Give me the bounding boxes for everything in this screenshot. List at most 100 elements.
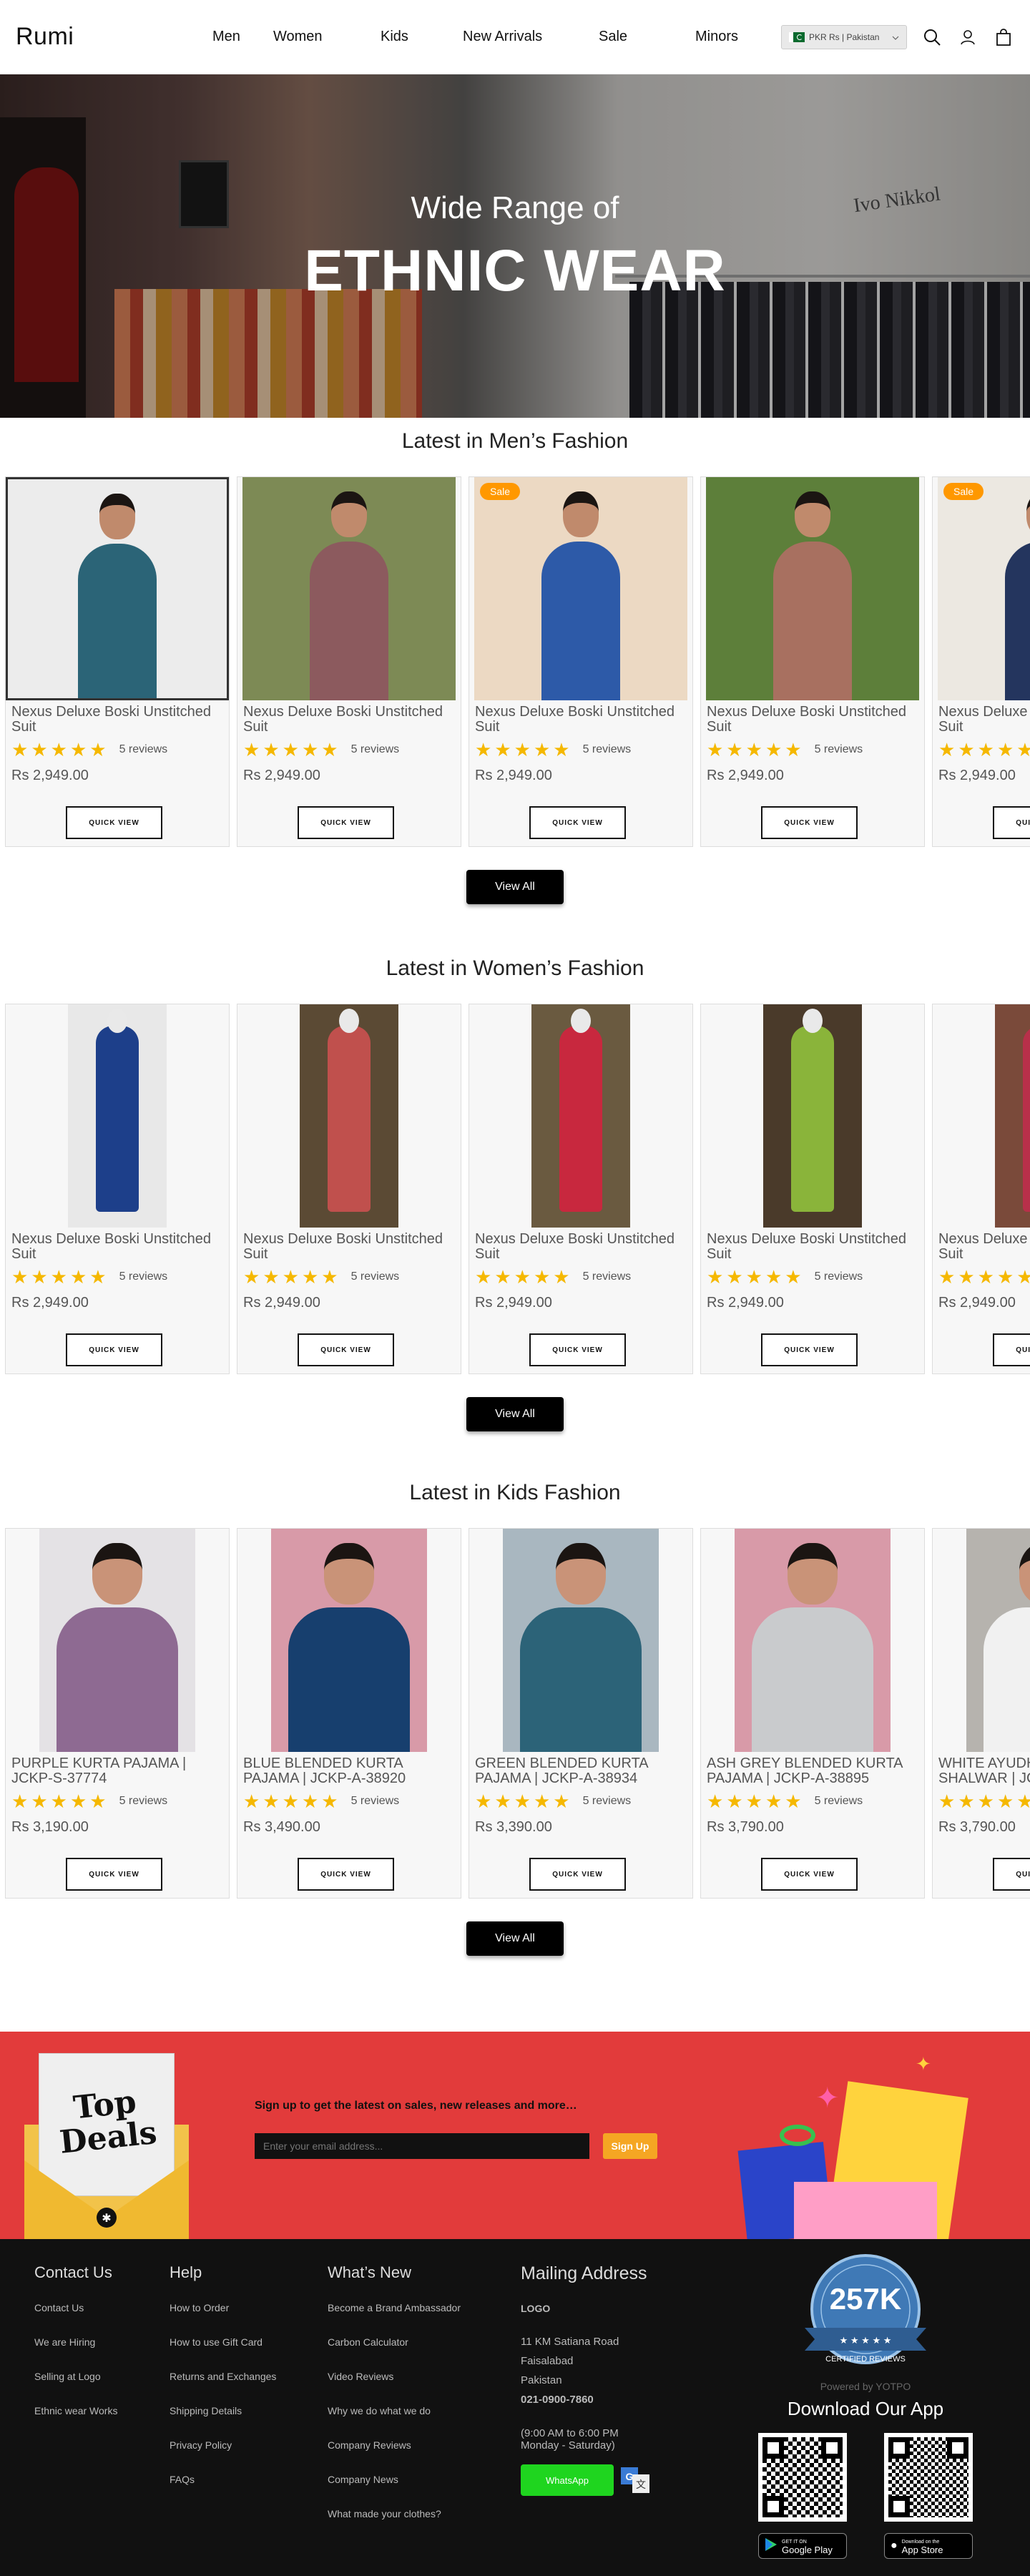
review-count[interactable]: 5 reviews — [815, 1270, 863, 1283]
phone-number[interactable]: 021-0900-7860 — [521, 2394, 651, 2406]
product-card[interactable]: Sale Nexus Deluxe Boski Unstitched Suit … — [932, 476, 1030, 847]
footer-link[interactable]: Become a Brand Ambassador — [328, 2302, 461, 2313]
footer-link[interactable]: Carbon Calculator — [328, 2336, 461, 2348]
view-all-button[interactable]: View All — [466, 1921, 564, 1956]
product-image[interactable] — [242, 477, 456, 700]
product-card[interactable]: BLUE BLENDED KURTA PAJAMA | JCKP-A-38920… — [237, 1528, 461, 1899]
product-card[interactable]: Sale Nexus Deluxe Boski Unstitched Suit … — [469, 476, 693, 847]
product-carousel[interactable]: PURPLE KURTA PAJAMA | JCKP-S-37774 ★ ★ ★… — [0, 1528, 1030, 1899]
product-name[interactable]: PURPLE KURTA PAJAMA | JCKP-S-37774 — [6, 1752, 229, 1788]
footer-link[interactable]: How to use Gift Card — [170, 2336, 276, 2348]
yotpo-reviews-badge[interactable]: ★ ★ ★ ★ ★ 257K CERTIFIED REVIEWS — [798, 2253, 933, 2375]
product-card[interactable]: ASH GREY BLENDED KURTA PAJAMA | JCKP-A-3… — [700, 1528, 925, 1899]
currency-selector[interactable]: PKR Rs | Pakistan — [781, 24, 907, 49]
product-card[interactable]: Nexus Deluxe Boski Unstitched Suit ★ ★ ★… — [700, 476, 925, 847]
quick-view-button[interactable]: QUICK VIEW — [529, 806, 626, 839]
review-count[interactable]: 5 reviews — [119, 743, 168, 756]
product-image[interactable] — [938, 1529, 1030, 1752]
product-name[interactable]: Nexus Deluxe Boski Unstitched Suit — [469, 700, 692, 736]
product-name[interactable]: ASH GREY BLENDED KURTA PAJAMA | JCKP-A-3… — [701, 1752, 924, 1788]
translate-icon[interactable]: G文 — [619, 2464, 651, 2496]
product-card[interactable]: PURPLE KURTA PAJAMA | JCKP-S-37774 ★ ★ ★… — [5, 1528, 230, 1899]
footer-link[interactable]: Why we do what we do — [328, 2405, 461, 2416]
product-card[interactable]: GREEN BLENDED KURTA PAJAMA | JCKP-A-3893… — [469, 1528, 693, 1899]
review-count[interactable]: 5 reviews — [351, 743, 400, 756]
review-count[interactable]: 5 reviews — [583, 1270, 632, 1283]
footer-link[interactable]: Company Reviews — [328, 2439, 461, 2451]
product-name[interactable]: Nexus Deluxe Boski Unstitched Suit — [701, 700, 924, 736]
product-carousel[interactable]: Nexus Deluxe Boski Unstitched Suit ★ ★ ★… — [0, 1004, 1030, 1374]
footer-link[interactable]: Shipping Details — [170, 2405, 276, 2416]
quick-view-button[interactable]: QUICK VIEW — [66, 1858, 162, 1891]
quick-view-button[interactable]: QUICK VIEW — [529, 1858, 626, 1891]
qr-code-ios[interactable] — [884, 2433, 973, 2522]
product-image[interactable]: Sale — [474, 477, 687, 700]
quick-view-button[interactable]: QUICK VIEW — [66, 1333, 162, 1366]
product-card[interactable]: Nexus Deluxe Boski Unstitched Suit ★ ★ ★… — [5, 476, 230, 847]
product-name[interactable]: Nexus Deluxe Boski Unstitched Suit — [701, 1228, 924, 1263]
product-name[interactable]: Nexus Deluxe Boski Unstitched Suit — [933, 700, 1030, 736]
quick-view-button[interactable]: QUICK VIEW — [298, 1858, 394, 1891]
nav-sale[interactable]: Sale — [599, 29, 695, 45]
product-image[interactable] — [474, 1529, 687, 1752]
footer-link[interactable]: Returns and Exchanges — [170, 2371, 276, 2382]
product-image[interactable] — [11, 1529, 224, 1752]
product-card[interactable]: Nexus Deluxe Boski Unstitched Suit ★ ★ ★… — [932, 1004, 1030, 1374]
hero-banner[interactable]: Ivo Nikkol Wide Range of ETHNIC WEAR — [0, 74, 1030, 418]
site-logo[interactable]: Rumi — [16, 23, 177, 51]
quick-view-button[interactable]: QUICK VIEW — [993, 806, 1030, 839]
quick-view-button[interactable]: QUICK VIEW — [66, 806, 162, 839]
review-count[interactable]: 5 reviews — [815, 1795, 863, 1808]
product-image[interactable] — [706, 1529, 919, 1752]
product-name[interactable]: Nexus Deluxe Boski Unstitched Suit — [469, 1228, 692, 1263]
footer-link[interactable]: Selling at Logo — [34, 2371, 117, 2382]
nav-minors[interactable]: Minors — [695, 29, 781, 45]
view-all-button[interactable]: View All — [466, 1397, 564, 1431]
product-name[interactable]: Nexus Deluxe Boski Unstitched Suit — [6, 1228, 229, 1263]
email-input[interactable] — [255, 2133, 589, 2159]
review-count[interactable]: 5 reviews — [815, 743, 863, 756]
review-count[interactable]: 5 reviews — [583, 1795, 632, 1808]
footer-link[interactable]: Privacy Policy — [170, 2439, 276, 2451]
product-card[interactable]: Nexus Deluxe Boski Unstitched Suit ★ ★ ★… — [237, 1004, 461, 1374]
footer-link[interactable]: Contact Us — [34, 2302, 117, 2313]
quick-view-button[interactable]: QUICK VIEW — [529, 1333, 626, 1366]
product-card[interactable]: Nexus Deluxe Boski Unstitched Suit ★ ★ ★… — [5, 1004, 230, 1374]
account-icon[interactable] — [957, 26, 978, 48]
nav-women[interactable]: Women — [273, 29, 381, 45]
product-image[interactable] — [706, 1004, 919, 1228]
product-image[interactable] — [242, 1529, 456, 1752]
product-image[interactable] — [6, 477, 229, 700]
product-card[interactable]: WHITE AYUDH KURTA SHALWAR | JCKP-A-38901… — [932, 1528, 1030, 1899]
nav-men[interactable]: Men — [191, 29, 273, 45]
footer-link[interactable]: Company News — [328, 2474, 461, 2485]
footer-link[interactable]: Ethnic wear Works — [34, 2405, 117, 2416]
review-count[interactable]: 5 reviews — [351, 1795, 400, 1808]
product-name[interactable]: GREEN BLENDED KURTA PAJAMA | JCKP-A-3893… — [469, 1752, 692, 1788]
quick-view-button[interactable]: QUICK VIEW — [298, 806, 394, 839]
review-count[interactable]: 5 reviews — [583, 743, 632, 756]
footer-link[interactable]: We are Hiring — [34, 2336, 117, 2348]
whatsapp-button[interactable]: WhatsApp — [521, 2464, 614, 2496]
quick-view-button[interactable]: QUICK VIEW — [761, 1333, 858, 1366]
product-name[interactable]: Nexus Deluxe Boski Unstitched Suit — [6, 700, 229, 736]
product-name[interactable]: Nexus Deluxe Boski Unstitched Suit — [237, 1228, 461, 1263]
app-store-badge[interactable]: ● Download on the App Store — [884, 2533, 973, 2559]
search-icon[interactable] — [921, 26, 943, 48]
product-image[interactable] — [242, 1004, 456, 1228]
quick-view-button[interactable]: QUICK VIEW — [993, 1858, 1030, 1891]
review-count[interactable]: 5 reviews — [351, 1270, 400, 1283]
footer-link[interactable]: How to Order — [170, 2302, 276, 2313]
nav-kids[interactable]: Kids — [381, 29, 463, 45]
nav-new-arrivals[interactable]: New Arrivals — [463, 29, 599, 45]
google-play-badge[interactable]: GET IT ON Google Play — [758, 2533, 847, 2559]
footer-link[interactable]: Video Reviews — [328, 2371, 461, 2382]
product-name[interactable]: Nexus Deluxe Boski Unstitched Suit — [933, 1228, 1030, 1263]
review-count[interactable]: 5 reviews — [119, 1795, 168, 1808]
qr-code-android[interactable] — [758, 2433, 847, 2522]
quick-view-button[interactable]: QUICK VIEW — [761, 806, 858, 839]
product-name[interactable]: Nexus Deluxe Boski Unstitched Suit — [237, 700, 461, 736]
product-card[interactable]: Nexus Deluxe Boski Unstitched Suit ★ ★ ★… — [469, 1004, 693, 1374]
product-image[interactable] — [11, 1004, 224, 1228]
product-card[interactable]: Nexus Deluxe Boski Unstitched Suit ★ ★ ★… — [237, 476, 461, 847]
